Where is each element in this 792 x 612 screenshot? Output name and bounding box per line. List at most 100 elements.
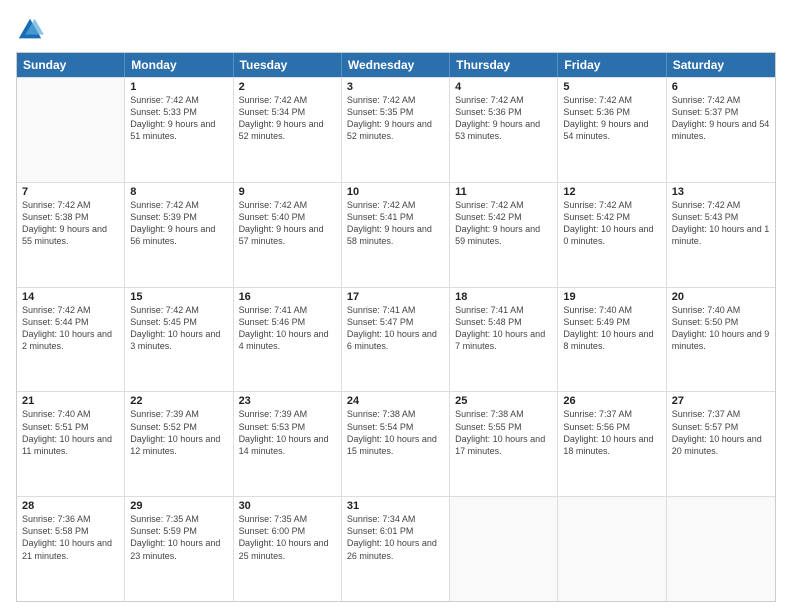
logo-icon bbox=[16, 16, 44, 44]
day-info: Sunrise: 7:37 AM Sunset: 5:56 PM Dayligh… bbox=[563, 408, 660, 457]
day-info: Sunrise: 7:42 AM Sunset: 5:44 PM Dayligh… bbox=[22, 304, 119, 353]
calendar-cell bbox=[17, 78, 125, 182]
calendar-row: 28Sunrise: 7:36 AM Sunset: 5:58 PM Dayli… bbox=[17, 496, 775, 601]
day-info: Sunrise: 7:41 AM Sunset: 5:48 PM Dayligh… bbox=[455, 304, 552, 353]
day-info: Sunrise: 7:35 AM Sunset: 6:00 PM Dayligh… bbox=[239, 513, 336, 562]
calendar-cell: 7Sunrise: 7:42 AM Sunset: 5:38 PM Daylig… bbox=[17, 183, 125, 287]
day-info: Sunrise: 7:36 AM Sunset: 5:58 PM Dayligh… bbox=[22, 513, 119, 562]
day-number: 31 bbox=[347, 500, 444, 512]
day-number: 3 bbox=[347, 81, 444, 93]
day-number: 12 bbox=[563, 186, 660, 198]
calendar-cell: 23Sunrise: 7:39 AM Sunset: 5:53 PM Dayli… bbox=[234, 392, 342, 496]
day-info: Sunrise: 7:42 AM Sunset: 5:38 PM Dayligh… bbox=[22, 199, 119, 248]
page: SundayMondayTuesdayWednesdayThursdayFrid… bbox=[0, 0, 792, 612]
day-number: 24 bbox=[347, 395, 444, 407]
calendar-header-day: Wednesday bbox=[342, 53, 450, 77]
calendar-cell: 12Sunrise: 7:42 AM Sunset: 5:42 PM Dayli… bbox=[558, 183, 666, 287]
calendar-row: 7Sunrise: 7:42 AM Sunset: 5:38 PM Daylig… bbox=[17, 182, 775, 287]
day-number: 1 bbox=[130, 81, 227, 93]
day-info: Sunrise: 7:42 AM Sunset: 5:43 PM Dayligh… bbox=[672, 199, 770, 248]
day-info: Sunrise: 7:40 AM Sunset: 5:51 PM Dayligh… bbox=[22, 408, 119, 457]
calendar-cell: 15Sunrise: 7:42 AM Sunset: 5:45 PM Dayli… bbox=[125, 288, 233, 392]
day-number: 11 bbox=[455, 186, 552, 198]
calendar-cell bbox=[558, 497, 666, 601]
calendar-cell: 4Sunrise: 7:42 AM Sunset: 5:36 PM Daylig… bbox=[450, 78, 558, 182]
day-number: 5 bbox=[563, 81, 660, 93]
day-info: Sunrise: 7:40 AM Sunset: 5:49 PM Dayligh… bbox=[563, 304, 660, 353]
calendar-cell: 2Sunrise: 7:42 AM Sunset: 5:34 PM Daylig… bbox=[234, 78, 342, 182]
day-info: Sunrise: 7:39 AM Sunset: 5:53 PM Dayligh… bbox=[239, 408, 336, 457]
day-number: 23 bbox=[239, 395, 336, 407]
logo bbox=[16, 16, 48, 44]
calendar-cell: 25Sunrise: 7:38 AM Sunset: 5:55 PM Dayli… bbox=[450, 392, 558, 496]
calendar-header-day: Monday bbox=[125, 53, 233, 77]
day-number: 14 bbox=[22, 291, 119, 303]
calendar-cell: 9Sunrise: 7:42 AM Sunset: 5:40 PM Daylig… bbox=[234, 183, 342, 287]
calendar-cell: 6Sunrise: 7:42 AM Sunset: 5:37 PM Daylig… bbox=[667, 78, 775, 182]
day-info: Sunrise: 7:42 AM Sunset: 5:36 PM Dayligh… bbox=[563, 94, 660, 143]
calendar-body: 1Sunrise: 7:42 AM Sunset: 5:33 PM Daylig… bbox=[17, 77, 775, 601]
calendar-row: 1Sunrise: 7:42 AM Sunset: 5:33 PM Daylig… bbox=[17, 77, 775, 182]
calendar-header-day: Saturday bbox=[667, 53, 775, 77]
calendar-cell: 18Sunrise: 7:41 AM Sunset: 5:48 PM Dayli… bbox=[450, 288, 558, 392]
calendar-cell: 26Sunrise: 7:37 AM Sunset: 5:56 PM Dayli… bbox=[558, 392, 666, 496]
day-number: 26 bbox=[563, 395, 660, 407]
calendar-cell: 27Sunrise: 7:37 AM Sunset: 5:57 PM Dayli… bbox=[667, 392, 775, 496]
calendar-cell: 13Sunrise: 7:42 AM Sunset: 5:43 PM Dayli… bbox=[667, 183, 775, 287]
day-number: 18 bbox=[455, 291, 552, 303]
day-number: 30 bbox=[239, 500, 336, 512]
day-number: 10 bbox=[347, 186, 444, 198]
day-number: 29 bbox=[130, 500, 227, 512]
day-info: Sunrise: 7:42 AM Sunset: 5:40 PM Dayligh… bbox=[239, 199, 336, 248]
calendar-cell: 29Sunrise: 7:35 AM Sunset: 5:59 PM Dayli… bbox=[125, 497, 233, 601]
day-info: Sunrise: 7:42 AM Sunset: 5:34 PM Dayligh… bbox=[239, 94, 336, 143]
day-info: Sunrise: 7:38 AM Sunset: 5:55 PM Dayligh… bbox=[455, 408, 552, 457]
calendar-cell: 28Sunrise: 7:36 AM Sunset: 5:58 PM Dayli… bbox=[17, 497, 125, 601]
day-number: 15 bbox=[130, 291, 227, 303]
day-number: 25 bbox=[455, 395, 552, 407]
calendar-cell bbox=[667, 497, 775, 601]
day-number: 28 bbox=[22, 500, 119, 512]
day-info: Sunrise: 7:42 AM Sunset: 5:39 PM Dayligh… bbox=[130, 199, 227, 248]
day-info: Sunrise: 7:42 AM Sunset: 5:35 PM Dayligh… bbox=[347, 94, 444, 143]
day-info: Sunrise: 7:40 AM Sunset: 5:50 PM Dayligh… bbox=[672, 304, 770, 353]
day-number: 8 bbox=[130, 186, 227, 198]
calendar-header-day: Friday bbox=[558, 53, 666, 77]
calendar-cell: 24Sunrise: 7:38 AM Sunset: 5:54 PM Dayli… bbox=[342, 392, 450, 496]
day-number: 20 bbox=[672, 291, 770, 303]
calendar-cell: 17Sunrise: 7:41 AM Sunset: 5:47 PM Dayli… bbox=[342, 288, 450, 392]
calendar-cell: 8Sunrise: 7:42 AM Sunset: 5:39 PM Daylig… bbox=[125, 183, 233, 287]
day-info: Sunrise: 7:42 AM Sunset: 5:37 PM Dayligh… bbox=[672, 94, 770, 143]
day-info: Sunrise: 7:39 AM Sunset: 5:52 PM Dayligh… bbox=[130, 408, 227, 457]
calendar-header-day: Tuesday bbox=[234, 53, 342, 77]
day-info: Sunrise: 7:42 AM Sunset: 5:45 PM Dayligh… bbox=[130, 304, 227, 353]
day-info: Sunrise: 7:41 AM Sunset: 5:47 PM Dayligh… bbox=[347, 304, 444, 353]
day-number: 27 bbox=[672, 395, 770, 407]
day-number: 13 bbox=[672, 186, 770, 198]
calendar-cell: 16Sunrise: 7:41 AM Sunset: 5:46 PM Dayli… bbox=[234, 288, 342, 392]
day-info: Sunrise: 7:41 AM Sunset: 5:46 PM Dayligh… bbox=[239, 304, 336, 353]
calendar-cell: 1Sunrise: 7:42 AM Sunset: 5:33 PM Daylig… bbox=[125, 78, 233, 182]
day-info: Sunrise: 7:42 AM Sunset: 5:33 PM Dayligh… bbox=[130, 94, 227, 143]
day-info: Sunrise: 7:42 AM Sunset: 5:41 PM Dayligh… bbox=[347, 199, 444, 248]
day-number: 7 bbox=[22, 186, 119, 198]
calendar-cell bbox=[450, 497, 558, 601]
day-info: Sunrise: 7:37 AM Sunset: 5:57 PM Dayligh… bbox=[672, 408, 770, 457]
day-info: Sunrise: 7:42 AM Sunset: 5:36 PM Dayligh… bbox=[455, 94, 552, 143]
calendar-cell: 5Sunrise: 7:42 AM Sunset: 5:36 PM Daylig… bbox=[558, 78, 666, 182]
day-number: 22 bbox=[130, 395, 227, 407]
day-number: 4 bbox=[455, 81, 552, 93]
day-number: 19 bbox=[563, 291, 660, 303]
day-info: Sunrise: 7:42 AM Sunset: 5:42 PM Dayligh… bbox=[455, 199, 552, 248]
calendar-row: 21Sunrise: 7:40 AM Sunset: 5:51 PM Dayli… bbox=[17, 391, 775, 496]
day-info: Sunrise: 7:42 AM Sunset: 5:42 PM Dayligh… bbox=[563, 199, 660, 248]
day-number: 2 bbox=[239, 81, 336, 93]
day-number: 17 bbox=[347, 291, 444, 303]
day-number: 9 bbox=[239, 186, 336, 198]
day-number: 16 bbox=[239, 291, 336, 303]
calendar-cell: 30Sunrise: 7:35 AM Sunset: 6:00 PM Dayli… bbox=[234, 497, 342, 601]
day-info: Sunrise: 7:35 AM Sunset: 5:59 PM Dayligh… bbox=[130, 513, 227, 562]
calendar-cell: 22Sunrise: 7:39 AM Sunset: 5:52 PM Dayli… bbox=[125, 392, 233, 496]
day-info: Sunrise: 7:34 AM Sunset: 6:01 PM Dayligh… bbox=[347, 513, 444, 562]
calendar: SundayMondayTuesdayWednesdayThursdayFrid… bbox=[16, 52, 776, 602]
